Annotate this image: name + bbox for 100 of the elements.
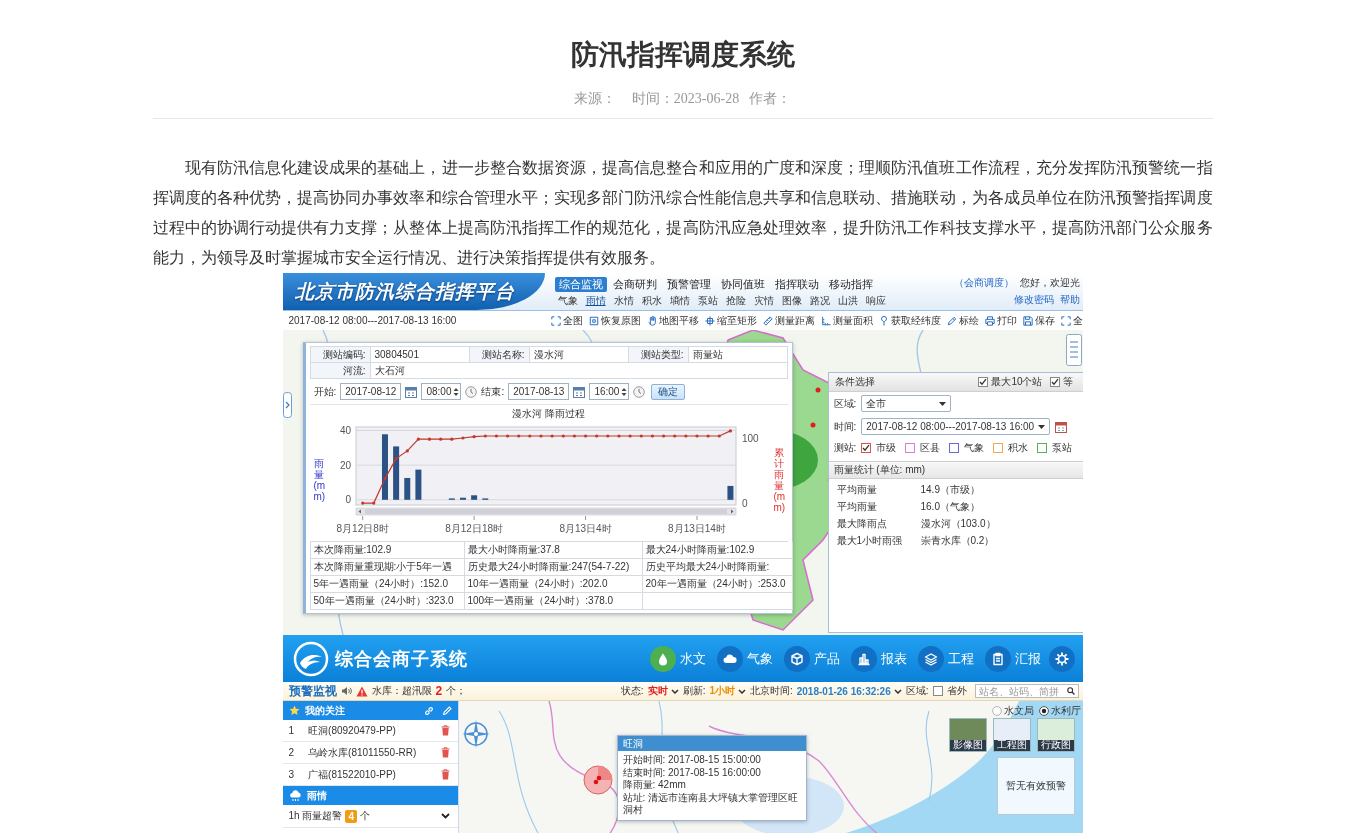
sub-nav-tab[interactable]: 积水 bbox=[638, 293, 665, 307]
trash-icon[interactable] bbox=[440, 747, 450, 758]
checkbox[interactable] bbox=[949, 443, 960, 453]
map-layer-button[interactable]: 工程图 bbox=[992, 718, 1031, 752]
calendar-icon[interactable] bbox=[405, 385, 418, 398]
speaker-icon[interactable] bbox=[340, 686, 352, 696]
radio-label: 水利厅 bbox=[1050, 704, 1081, 718]
nav-tab[interactable]: 移动指挥 bbox=[824, 276, 877, 292]
toolbar-button[interactable]: 地图平移 bbox=[646, 313, 699, 328]
header-link[interactable]: 修改密码 bbox=[1013, 293, 1054, 307]
nav-tab[interactable]: 综合监视 bbox=[554, 276, 607, 292]
trash-icon[interactable] bbox=[440, 725, 450, 736]
sub-nav-tab[interactable]: 气象 bbox=[554, 293, 581, 307]
nav-tab[interactable]: 协同值班 bbox=[716, 276, 769, 292]
sub-nav-tab[interactable]: 雨情 bbox=[582, 293, 609, 307]
sub-nav-tab[interactable]: 灾情 bbox=[750, 293, 777, 307]
checkbox[interactable] bbox=[932, 686, 943, 696]
stat-value: 崇青水库（0.2） bbox=[920, 534, 996, 547]
clock-icon[interactable] bbox=[633, 385, 646, 398]
status-dropdown[interactable]: 实时 bbox=[647, 684, 679, 698]
calendar-icon[interactable] bbox=[573, 385, 586, 398]
article-paragraph: 现有防汛信息化建设成果的基础上，进一步整合数据资源，提高信息整合和应用的广度和深度；理顺防汛值班工作流程，充分发挥防汛预警统一指挥调度的各种优势，提高协同办事效率和综合管理水平；实现多部门防汛综合性能信息共享和信息联动、措施联动，为各成员单位在防汛预警指挥调度过程中的协调行动提供有力支撑；从整体上提高防汛指挥工作的规范化，提高防汛应急处理效率，提升防汛工作科技支撑水平，提高防汛部门公众服务能力，为领导及时掌握城市安全运行情况、进行决策指挥提供有效服务。 bbox=[152, 158, 1213, 268]
link-icon[interactable] bbox=[423, 705, 434, 716]
crosshair-icon bbox=[704, 315, 715, 326]
checkbox[interactable] bbox=[1049, 377, 1060, 387]
checkbox[interactable] bbox=[905, 443, 916, 453]
header-link[interactable]: 帮助 bbox=[1059, 293, 1080, 307]
logo-icon bbox=[292, 640, 329, 677]
toolbar-button[interactable]: 全图 bbox=[550, 313, 583, 328]
field-label: 测站: bbox=[833, 441, 857, 455]
radio-button[interactable] bbox=[991, 706, 1002, 716]
confirm-button[interactable]: 确定 bbox=[651, 383, 686, 400]
toolbar-button[interactable]: 测量面积 bbox=[820, 313, 873, 328]
radio-button[interactable] bbox=[1038, 706, 1049, 716]
arrow-tab-icon[interactable] bbox=[282, 392, 292, 418]
region-select[interactable]: 全市 bbox=[861, 395, 952, 412]
radio-label: 水文局 bbox=[1003, 704, 1034, 718]
sub-nav-tab[interactable]: 抢险 bbox=[722, 293, 749, 307]
search-icon[interactable] bbox=[1066, 686, 1075, 696]
cloud-icon bbox=[716, 645, 743, 672]
stat-label: 平均雨量 bbox=[836, 483, 878, 496]
toolbar-button[interactable]: 获取经纬度 bbox=[878, 313, 941, 328]
sub-nav-tab[interactable]: 泵站 bbox=[694, 293, 721, 307]
hand-icon bbox=[646, 315, 657, 326]
warning-icon bbox=[355, 685, 368, 697]
toolbar-button[interactable]: 标绘 bbox=[946, 313, 979, 328]
pencil-icon[interactable] bbox=[441, 705, 452, 716]
chevron-down-icon[interactable] bbox=[440, 813, 450, 819]
map-layer-button[interactable]: 影像图 bbox=[948, 718, 987, 752]
clock-icon[interactable] bbox=[465, 385, 478, 398]
marker-icon[interactable] bbox=[582, 765, 613, 795]
nav-tab[interactable]: 会商研判 bbox=[608, 276, 661, 292]
checkbox-label: 积水 bbox=[1008, 441, 1029, 455]
field-label: 结束: bbox=[481, 384, 505, 399]
sub-nav-tab[interactable]: 墒情 bbox=[666, 293, 693, 307]
y-axis-label: 累计雨量(mm) bbox=[773, 447, 784, 513]
sub-nav-tab[interactable]: 图像 bbox=[778, 293, 805, 307]
sub-nav-tab[interactable]: 山洪 bbox=[834, 293, 861, 307]
time-field[interactable]: 08:00 bbox=[421, 383, 462, 400]
nav-tab[interactable]: 水文 bbox=[646, 645, 709, 672]
calendar-icon[interactable] bbox=[1055, 420, 1068, 433]
time-select[interactable]: 2017-08-12 08:00---2017-08-13 16:00 bbox=[861, 418, 1051, 435]
section-title: 雨情 bbox=[306, 788, 327, 803]
sub-nav-tab[interactable]: 响应 bbox=[862, 293, 889, 307]
time-field[interactable]: 16:00 bbox=[589, 383, 630, 400]
sub-nav-tab[interactable]: 水情 bbox=[610, 293, 637, 307]
toolbar-button[interactable]: 全 bbox=[1060, 313, 1083, 328]
toolbar-button[interactable]: 恢复原图 bbox=[588, 313, 641, 328]
toolbar-button[interactable]: 打印 bbox=[984, 313, 1017, 328]
caret-icon bbox=[939, 401, 947, 406]
date-field[interactable]: 2017-08-13 bbox=[508, 383, 570, 400]
checkbox[interactable] bbox=[993, 443, 1004, 453]
row-number: 2 bbox=[288, 747, 295, 758]
rain-bar bbox=[726, 485, 733, 500]
time-dropdown[interactable]: 2018-01-26 16:32:26 bbox=[796, 685, 902, 697]
toolbar-button[interactable]: 测量距离 bbox=[762, 313, 815, 328]
axis-tick-label: 100 bbox=[741, 433, 759, 445]
restore-icon bbox=[588, 315, 599, 326]
list-panel-icon[interactable] bbox=[1065, 334, 1082, 366]
map-layer-button[interactable]: 行政图 bbox=[1036, 718, 1075, 752]
field-label: 测站类型: bbox=[628, 347, 689, 363]
station-name[interactable]: 旺洞(80920479-PP) bbox=[308, 723, 396, 738]
toolbar-button[interactable]: 缩至矩形 bbox=[704, 313, 757, 328]
checkbox[interactable] bbox=[978, 377, 989, 387]
date-field[interactable]: 2017-08-12 bbox=[340, 383, 402, 400]
sub-nav-tab[interactable]: 路况 bbox=[806, 293, 833, 307]
trash-icon[interactable] bbox=[440, 769, 450, 780]
bar-chart-icon bbox=[850, 645, 877, 672]
search-field[interactable]: 站名、站码、简拼 bbox=[974, 684, 1079, 698]
nav-tab[interactable]: 预警管理 bbox=[662, 276, 715, 292]
field-label: 开始: bbox=[313, 384, 337, 399]
station-name[interactable]: 乌岭水库(81011550-RR) bbox=[308, 745, 417, 760]
nav-tab[interactable]: 指挥联动 bbox=[770, 276, 823, 292]
checkbox[interactable] bbox=[1037, 443, 1048, 453]
checkbox[interactable] bbox=[861, 443, 872, 453]
stat-cell: 50年一遇雨量（24小时）:323.0 bbox=[310, 593, 465, 610]
chart-scrollbar[interactable] bbox=[355, 507, 736, 516]
settings-icon[interactable] bbox=[1048, 645, 1075, 672]
toolbar-button[interactable]: 保存 bbox=[1022, 313, 1055, 328]
station-name[interactable]: 广福(81522010-PP) bbox=[308, 767, 396, 782]
